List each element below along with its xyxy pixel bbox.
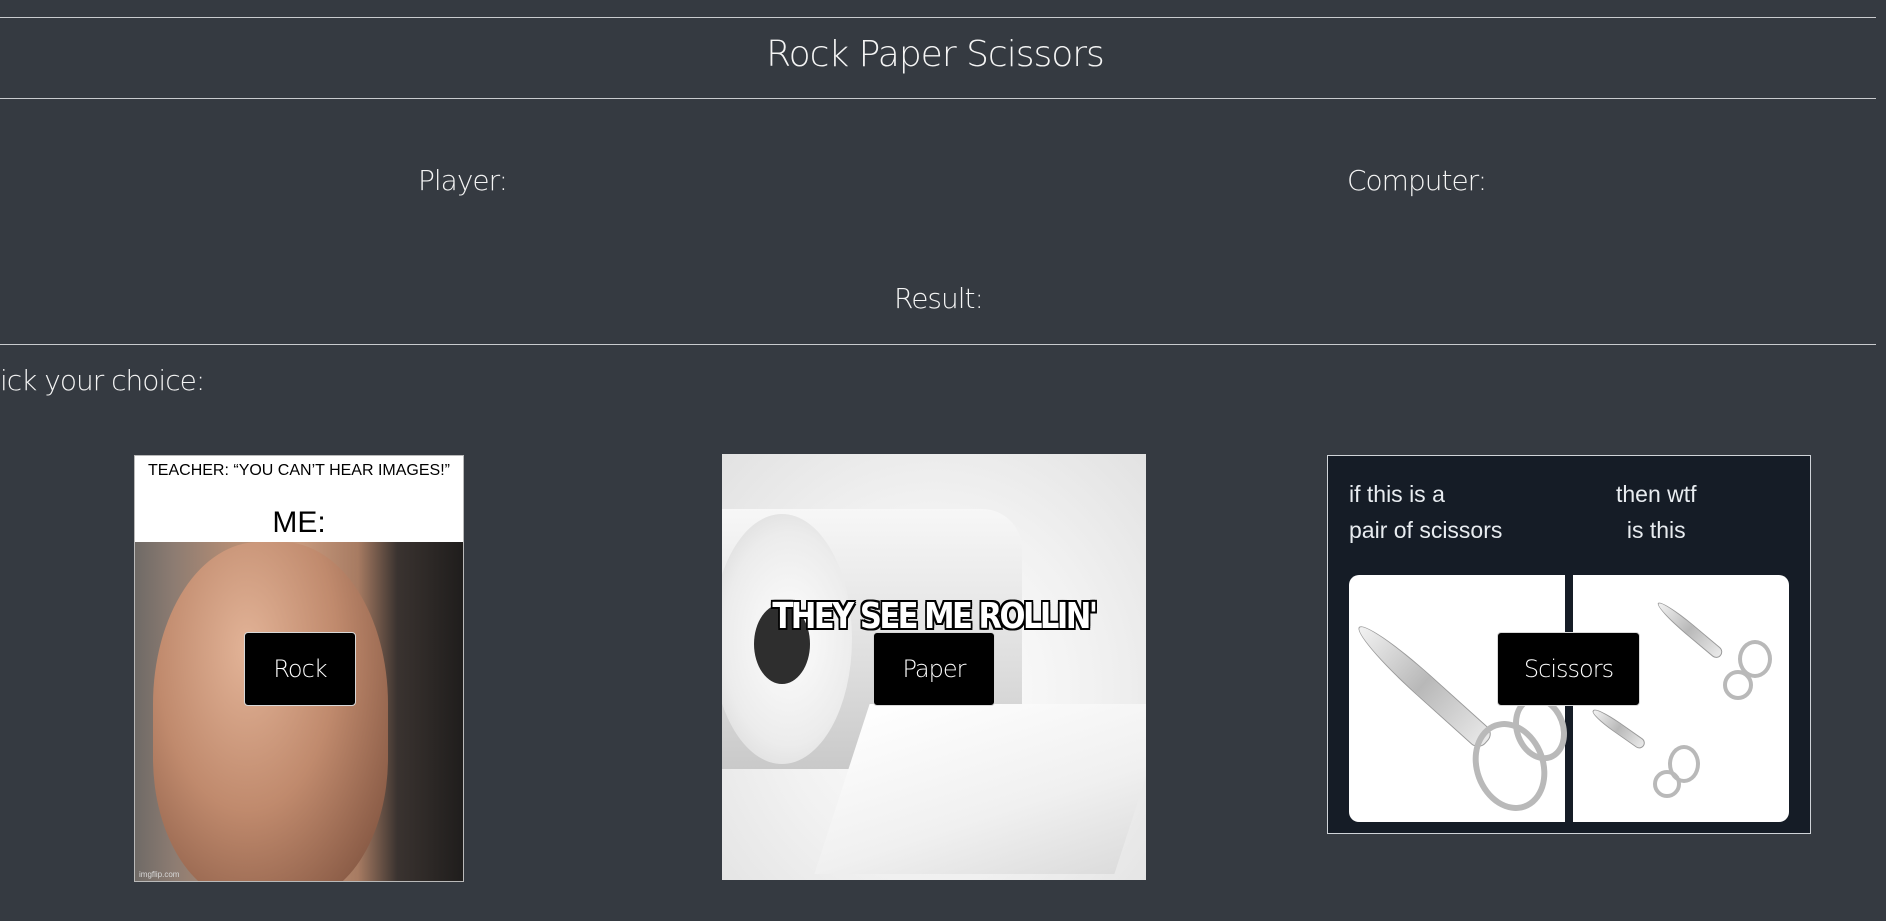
rock-meme-photo: imgflip.com bbox=[135, 542, 463, 881]
choice-prompt: ick your choice: bbox=[0, 364, 205, 397]
result-divider bbox=[0, 344, 1876, 345]
scissors-meme-left-text: if this is a pair of scissors bbox=[1349, 481, 1503, 543]
toilet-paper-sheet bbox=[814, 704, 1146, 874]
rock-meme-caption: TEACHER: “YOU CAN’T HEAR IMAGES!” bbox=[148, 462, 450, 479]
page-title: Rock Paper Scissors bbox=[766, 34, 1105, 75]
rock-face-image bbox=[153, 542, 388, 881]
rock-meme-caption-area: TEACHER: “YOU CAN’T HEAR IMAGES!” ME: bbox=[135, 456, 463, 542]
scissors-button[interactable]: Scissors bbox=[1497, 632, 1640, 706]
rock-button[interactable]: Rock bbox=[244, 632, 356, 706]
rock-meme-subcaption: ME: bbox=[272, 506, 326, 539]
paper-meme-text: THEY SEE ME ROLLIN' bbox=[772, 596, 1098, 637]
title-divider bbox=[0, 98, 1876, 99]
computer-label: Computer: bbox=[1347, 164, 1487, 197]
player-label: Player: bbox=[418, 164, 508, 197]
paper-button[interactable]: Paper bbox=[873, 632, 995, 706]
scissors-meme-right-text: then wtf is this bbox=[1616, 481, 1697, 543]
rock-watermark: imgflip.com bbox=[139, 870, 180, 879]
top-divider bbox=[0, 17, 1876, 18]
result-label: Result: bbox=[894, 282, 984, 315]
